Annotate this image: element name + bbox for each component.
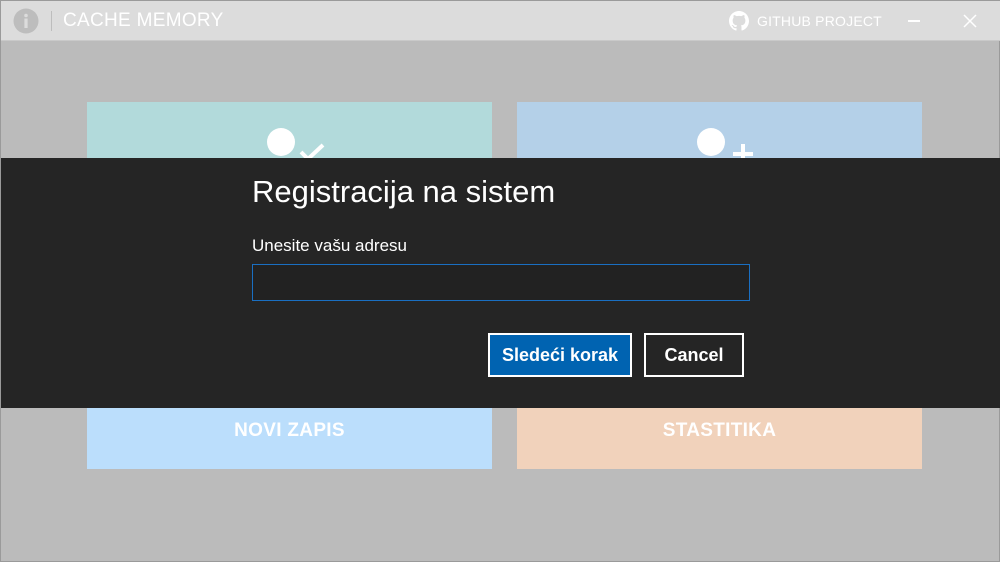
- tile-new-entry[interactable]: NOVI ZAPIS: [87, 408, 492, 469]
- app-title: CACHE MEMORY: [63, 10, 224, 31]
- app-window: CACHE MEMORY GITHUB PROJECT NOVI ZAPIS S…: [0, 0, 1000, 562]
- tile-statistics-label: STASTITIKA: [662, 420, 777, 441]
- github-label: GITHUB PROJECT: [757, 13, 882, 29]
- close-icon: [963, 14, 977, 28]
- registration-dialog: Registracija na sistem Unesite vašu adre…: [1, 158, 1000, 408]
- close-button[interactable]: [955, 5, 985, 37]
- user-check-icon: [267, 128, 325, 162]
- title-separator: [51, 11, 52, 31]
- info-icon[interactable]: [13, 8, 39, 34]
- address-input[interactable]: [252, 264, 750, 301]
- github-project-link[interactable]: GITHUB PROJECT: [729, 9, 882, 33]
- title-bar: CACHE MEMORY GITHUB PROJECT: [1, 1, 1000, 41]
- tile-new-entry-label: NOVI ZAPIS: [234, 420, 345, 441]
- tile-login[interactable]: [87, 102, 492, 162]
- user-add-icon: [697, 128, 753, 162]
- address-field-label: Unesite vašu adresu: [252, 236, 407, 255]
- cancel-button[interactable]: Cancel: [644, 333, 744, 377]
- tile-statistics[interactable]: STASTITIKA: [517, 408, 922, 469]
- minimize-button[interactable]: [899, 5, 929, 37]
- github-icon: [729, 11, 749, 31]
- dialog-title: Registracija na sistem: [252, 174, 556, 209]
- next-step-button[interactable]: Sledeći korak: [488, 333, 632, 377]
- tile-register[interactable]: [517, 102, 922, 162]
